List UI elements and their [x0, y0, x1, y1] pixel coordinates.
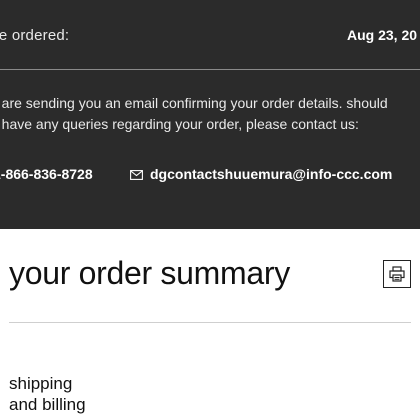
mail-icon [130, 170, 143, 180]
printer-icon [389, 266, 405, 282]
confirmation-message-line-1: e are sending you an email confirming yo… [0, 95, 388, 111]
confirmation-message: e are sending you an email confirming yo… [0, 93, 420, 135]
contact-email-link[interactable]: dgcontactshuuemura@info-ccc.com [150, 166, 392, 182]
order-confirmation-panel: ate ordered: Aug 23, 20 e are sending yo… [0, 0, 420, 229]
date-ordered-value: Aug 23, 20 [347, 27, 418, 43]
contact-phone-link[interactable]: 1-866-836-8728 [0, 166, 93, 182]
shipping-and-billing-heading: shipping and billing [9, 373, 86, 415]
date-ordered-label: ate ordered: [0, 27, 70, 44]
shipping-heading-line-2: and billing [9, 395, 86, 414]
shipping-heading-line-1: shipping [9, 374, 73, 393]
summary-divider [9, 322, 411, 323]
order-summary-title: your order summary [9, 255, 290, 291]
panel-divider [0, 69, 420, 70]
confirmation-message-line-2: u have any queries regarding your order,… [0, 116, 359, 132]
print-button[interactable] [383, 260, 411, 288]
